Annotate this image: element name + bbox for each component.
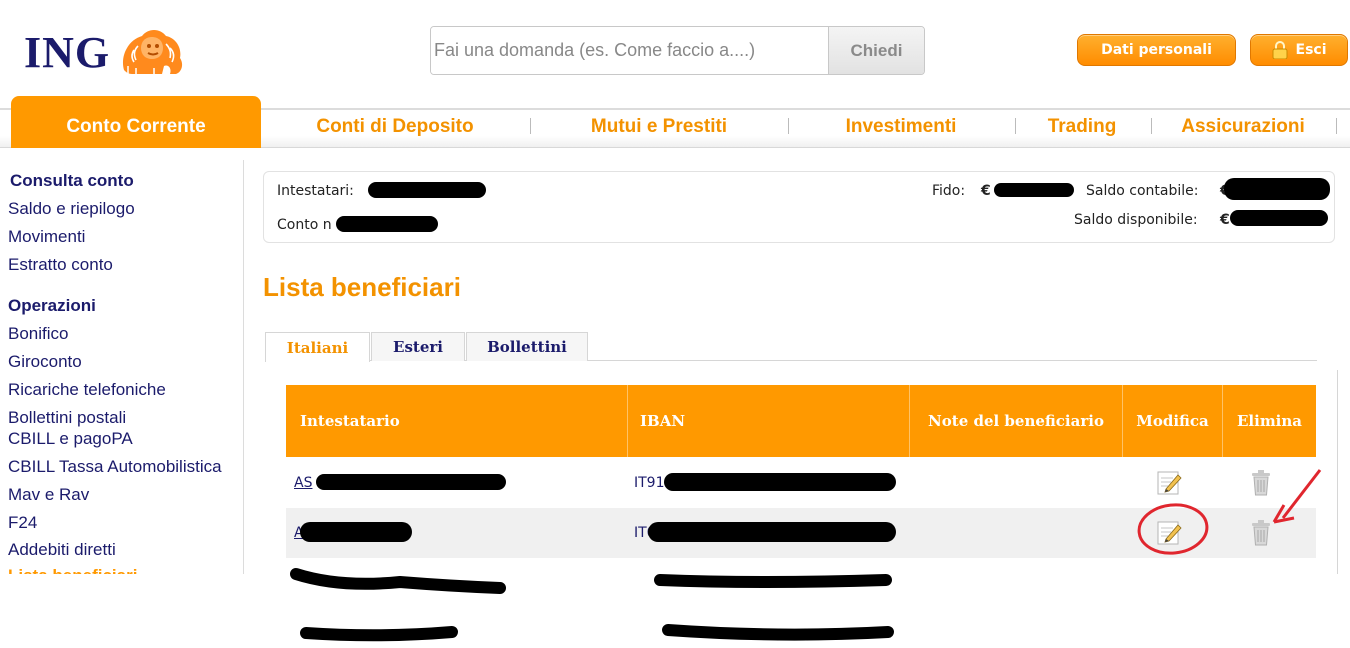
table-row: A IT04L035008 xyxy=(286,508,1316,558)
tab-bollettini[interactable]: Bollettini xyxy=(466,332,588,361)
edit-icon xyxy=(1157,471,1182,495)
personal-data-button[interactable]: Dati personali xyxy=(1077,34,1236,66)
ask-button[interactable]: Chiedi xyxy=(828,27,924,74)
redaction-mark xyxy=(1224,178,1330,200)
brand-name: ING xyxy=(24,27,111,77)
sidebar-item-bonifico[interactable]: Bonifico xyxy=(8,323,68,344)
account-number-label: Conto n xyxy=(277,217,332,233)
sidebar-item-lista-beneficiari[interactable]: Lista beneficiari xyxy=(8,565,137,574)
beneficiary-tabs: Italiani Esteri Bollettini xyxy=(265,332,1317,362)
redaction-mark xyxy=(664,473,896,491)
sidebar-item-giroconto[interactable]: Giroconto xyxy=(8,351,82,372)
col-note: Note del beneficiario xyxy=(910,385,1123,457)
sidebar-heading-operazioni: Operazioni xyxy=(8,296,96,315)
table-row xyxy=(286,558,1316,574)
logout-label: Esci xyxy=(1295,42,1327,58)
nav-tab-investimenti[interactable]: Investimenti xyxy=(796,108,1006,146)
search-bar: Chiedi xyxy=(430,26,925,75)
nav-tab-mutui-prestiti[interactable]: Mutui e Prestiti xyxy=(538,108,780,146)
col-intestatario: Intestatario xyxy=(286,385,628,457)
tab-esteri[interactable]: Esteri xyxy=(371,332,465,361)
holders-label: Intestatari: xyxy=(277,183,354,199)
saldo-disponibile-currency: € xyxy=(1220,212,1230,228)
delete-button[interactable] xyxy=(1251,458,1271,508)
sidebar-item-addebiti[interactable]: Addebiti diretti xyxy=(8,539,116,560)
fido-currency: € xyxy=(981,183,991,199)
cropped-area xyxy=(0,574,1350,648)
trash-icon xyxy=(1252,520,1270,546)
delete-button[interactable] xyxy=(1251,508,1271,558)
saldo-disponibile-label: Saldo disponibile: xyxy=(1074,212,1198,228)
sidebar-item-saldo[interactable]: Saldo e riepilogo xyxy=(8,198,135,219)
redaction-mark xyxy=(300,522,412,542)
col-modifica: Modifica xyxy=(1123,385,1223,457)
ing-logo[interactable]: ING xyxy=(24,26,188,78)
logout-button[interactable]: Esci xyxy=(1250,34,1348,66)
page-title: Lista beneficiari xyxy=(263,272,461,302)
nav-tab-trading[interactable]: Trading xyxy=(1020,108,1144,146)
sidebar: Consulta conto Saldo e riepilogo Movimen… xyxy=(0,160,244,574)
nav-tab-conto-corrente[interactable]: Conto Corrente xyxy=(11,96,261,148)
sidebar-item-cbill-pagopa[interactable]: CBILL e pagoPA xyxy=(8,428,133,449)
sidebar-item-estratto[interactable]: Estratto conto xyxy=(8,254,113,275)
sidebar-item-movimenti[interactable]: Movimenti xyxy=(8,226,85,247)
sidebar-item-bollettini[interactable]: Bollettini postali xyxy=(8,407,126,428)
redaction-mark xyxy=(316,474,506,490)
panel-border xyxy=(1337,370,1338,574)
redaction-mark xyxy=(368,182,486,198)
saldo-contabile-label: Saldo contabile: xyxy=(1086,183,1199,199)
search-input[interactable] xyxy=(431,27,828,74)
fido-label: Fido: xyxy=(932,183,966,199)
col-elimina: Elimina xyxy=(1236,412,1303,430)
beneficiary-table: Intestatario IBAN Note del beneficiario … xyxy=(286,385,1316,558)
edit-button[interactable] xyxy=(1156,508,1182,558)
trash-icon xyxy=(1252,470,1270,496)
redaction-mark xyxy=(1230,210,1328,226)
table-row: AS A IT91S0 xyxy=(286,458,1316,508)
personal-data-label: Dati personali xyxy=(1101,42,1212,58)
sidebar-heading-consulta: Consulta conto xyxy=(10,171,134,190)
nav-tab-conti-deposito[interactable]: Conti di Deposito xyxy=(268,108,522,146)
beneficiary-name: AS xyxy=(294,475,313,491)
account-summary: Intestatari: Conto n Fido: € Saldo conta… xyxy=(263,171,1335,243)
sidebar-item-ricariche[interactable]: Ricariche telefoniche xyxy=(8,379,166,400)
redaction-mark xyxy=(336,216,438,232)
sidebar-item-mav-rav[interactable]: Mav e Rav xyxy=(8,484,89,505)
main-nav: Conto Corrente Conti di Deposito Mutui e… xyxy=(0,96,1350,148)
tab-italiani[interactable]: Italiani xyxy=(265,332,370,362)
nav-tab-assicurazioni[interactable]: Assicurazioni xyxy=(1158,108,1328,146)
redaction-mark xyxy=(648,522,896,542)
sidebar-item-f24[interactable]: F24 xyxy=(8,512,37,533)
table-header: Intestatario IBAN Note del beneficiario … xyxy=(286,385,1316,457)
lion-logo-icon xyxy=(123,30,183,74)
redaction-mark xyxy=(994,183,1074,197)
lock-icon xyxy=(1272,41,1287,59)
sidebar-item-cbill-tassa[interactable]: CBILL Tassa Automobilistica xyxy=(8,456,222,477)
edit-icon xyxy=(1157,521,1182,545)
col-iban: IBAN xyxy=(628,385,910,457)
edit-button[interactable] xyxy=(1156,458,1182,508)
